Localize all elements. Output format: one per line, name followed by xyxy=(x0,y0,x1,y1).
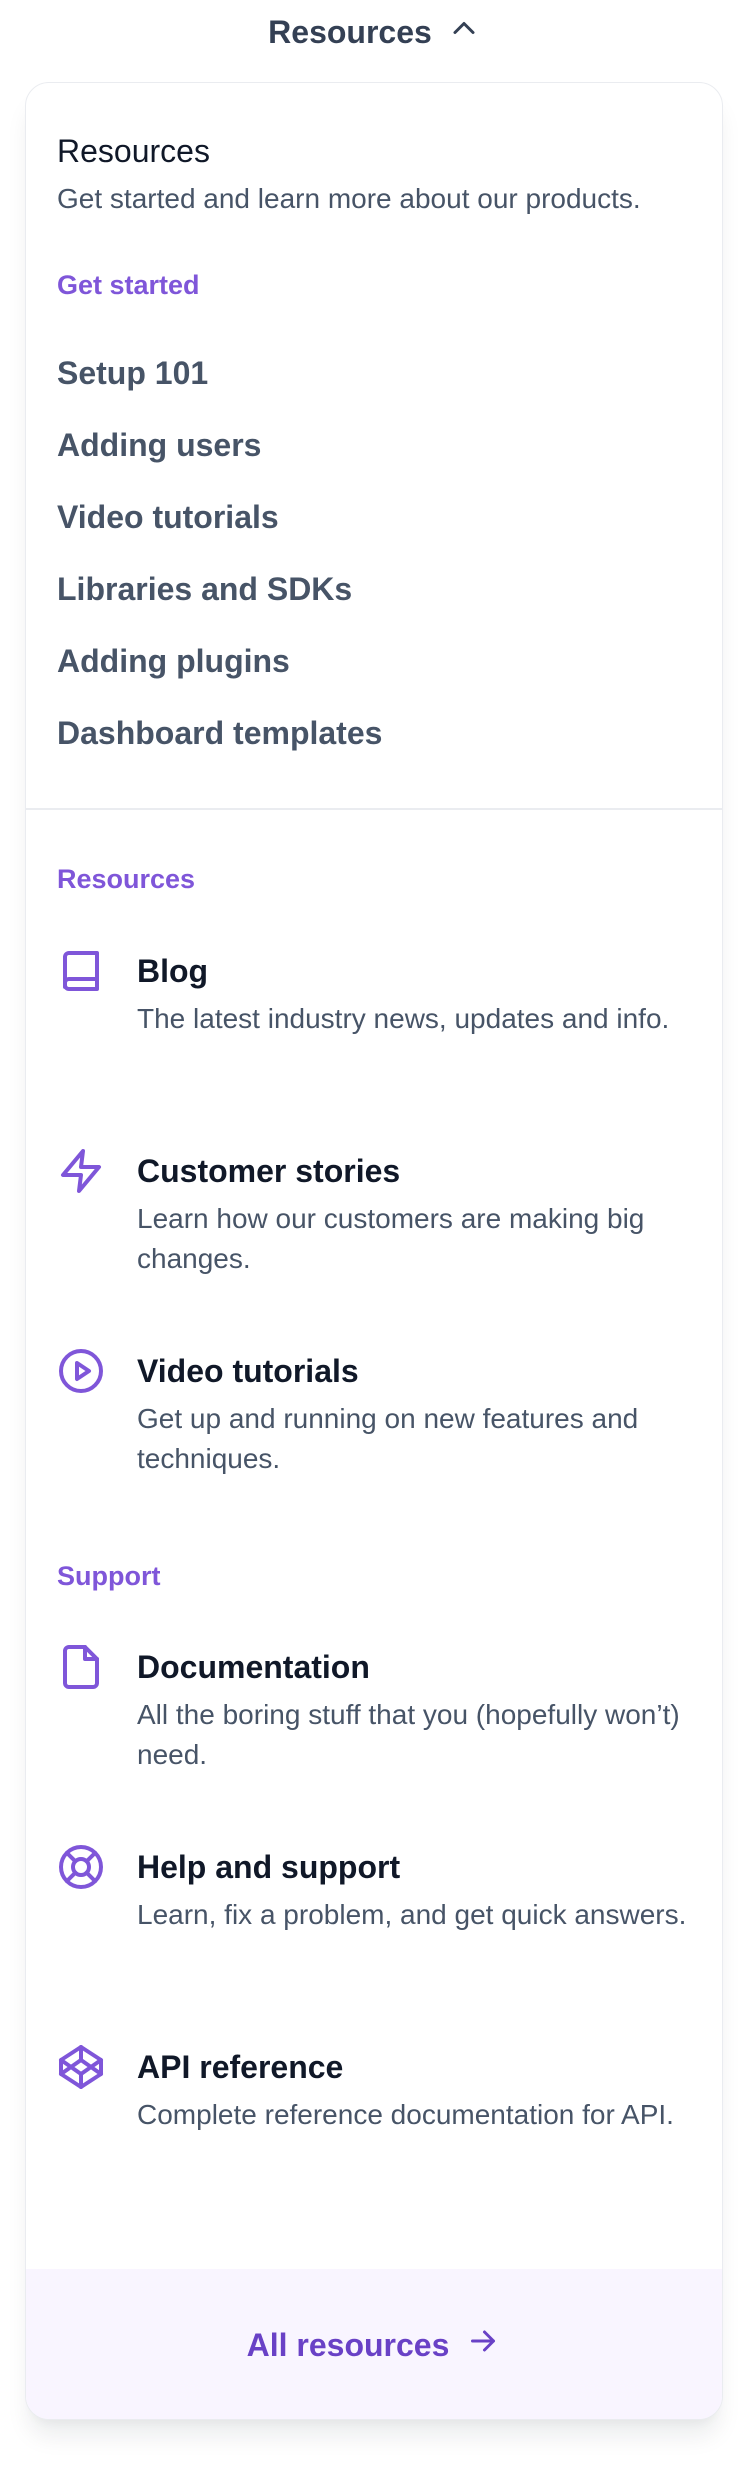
resources-dropdown-panel: Resources Get started and learn more abo… xyxy=(25,82,723,2420)
link-libraries-sdks[interactable]: Libraries and SDKs xyxy=(57,565,697,637)
link-adding-plugins[interactable]: Adding plugins xyxy=(57,637,697,709)
resource-item-description: Get up and running on new features and t… xyxy=(137,1403,639,1474)
resources-menu-trigger[interactable]: Resources xyxy=(0,0,750,64)
support-item-description: All the boring stuff that you (hopefully… xyxy=(137,1699,680,1770)
panel-title: Resources xyxy=(57,133,210,169)
resource-item-title: Blog xyxy=(137,953,209,989)
panel-footer: All resources xyxy=(26,2269,722,2419)
all-resources-button[interactable]: All resources xyxy=(247,2323,502,2367)
resource-item-title: Customer stories xyxy=(137,1153,401,1189)
support-item-title: Help and support xyxy=(137,1849,401,1885)
lightning-icon xyxy=(57,1147,105,1195)
all-resources-label: All resources xyxy=(246,2326,450,2363)
resource-item-description: The latest industry news, updates and in… xyxy=(137,1003,670,1034)
resource-item-customer-stories[interactable]: Customer stories Learn how our customers… xyxy=(57,1147,697,1297)
support-item-description: Complete reference documentation for API… xyxy=(137,2099,674,2130)
support-item-title: API reference xyxy=(137,2049,344,2085)
resource-item-description: Learn how our customers are making big c… xyxy=(137,1203,645,1274)
resource-item-video-tutorials[interactable]: Video tutorials Get up and running on ne… xyxy=(57,1347,697,1497)
book-icon xyxy=(57,947,105,995)
support-item-documentation[interactable]: Documentation All the boring stuff that … xyxy=(57,1643,697,1793)
support-item-api-reference[interactable]: API reference Complete reference documen… xyxy=(57,2043,697,2193)
support-item-title: Documentation xyxy=(137,1649,370,1685)
resource-item-blog[interactable]: Blog The latest industry news, updates a… xyxy=(57,947,697,1097)
support-heading: Support xyxy=(57,1561,161,1591)
file-icon xyxy=(57,1643,105,1691)
resource-item-title: Video tutorials xyxy=(137,1353,359,1389)
get-started-heading: Get started xyxy=(57,270,200,300)
chevron-up-icon xyxy=(446,10,482,54)
codepen-icon xyxy=(57,2043,105,2091)
link-video-tutorials[interactable]: Video tutorials xyxy=(57,493,697,565)
support-item-description: Learn, fix a problem, and get quick answ… xyxy=(137,1899,687,1930)
panel-intro: Resources Get started and learn more abo… xyxy=(57,131,697,219)
section-divider xyxy=(26,808,722,810)
support-item-help[interactable]: Help and support Learn, fix a problem, a… xyxy=(57,1843,697,1993)
panel-subtitle: Get started and learn more about our pro… xyxy=(57,183,641,214)
link-setup-101[interactable]: Setup 101 xyxy=(57,349,697,421)
link-dashboard-templates[interactable]: Dashboard templates xyxy=(57,709,697,781)
resources-menu-trigger-label: Resources xyxy=(268,13,432,50)
resources-heading: Resources xyxy=(57,864,196,894)
get-started-links: Setup 101 Adding users Video tutorials L… xyxy=(57,349,697,781)
play-circle-icon xyxy=(57,1347,105,1395)
life-buoy-icon xyxy=(57,1843,105,1891)
link-adding-users[interactable]: Adding users xyxy=(57,421,697,493)
arrow-right-icon xyxy=(465,2323,501,2367)
